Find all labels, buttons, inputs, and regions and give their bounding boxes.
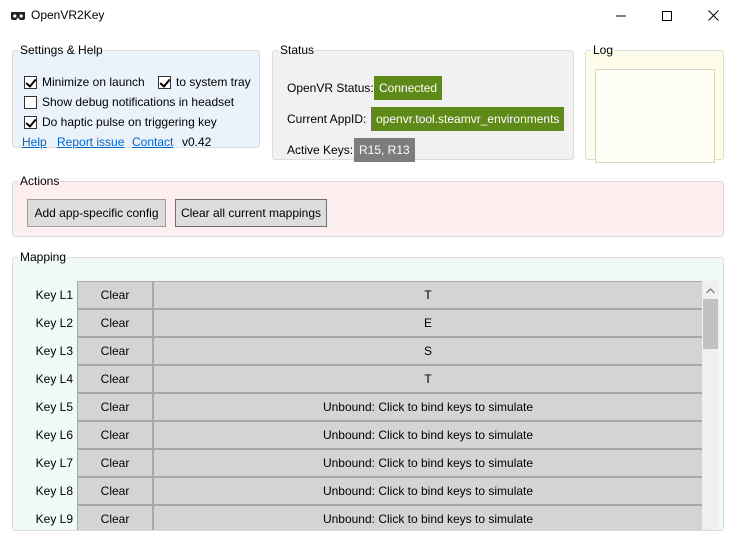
show-debug-label: Show debug notifications in headset bbox=[42, 95, 235, 109]
chevron-up-icon bbox=[706, 283, 715, 297]
clear-button[interactable]: Clear bbox=[77, 449, 153, 477]
minimize-on-launch-label: Minimize on launch bbox=[42, 75, 145, 89]
binding-button[interactable]: Unbound: Click to bind keys to simulate bbox=[153, 449, 703, 477]
mapping-row: Key L4 Clear T bbox=[13, 365, 713, 393]
mapping-legend: Mapping bbox=[20, 251, 67, 264]
active-keys-label: Active Keys: bbox=[287, 143, 354, 157]
mapping-row: Key L2 Clear E bbox=[13, 309, 713, 337]
clear-button[interactable]: Clear bbox=[77, 421, 153, 449]
mapping-row: Key L1 Clear T bbox=[13, 281, 713, 309]
log-legend: Log bbox=[593, 43, 614, 57]
status-group: Status OpenVR Status: Connected Current … bbox=[272, 43, 574, 162]
binding-button[interactable]: Unbound: Click to bind keys to simulate bbox=[153, 505, 703, 530]
log-group: Log bbox=[585, 43, 724, 163]
active-keys-badge: R15, R13 bbox=[354, 138, 415, 162]
checkbox-box[interactable] bbox=[24, 95, 37, 109]
openvr-status-label: OpenVR Status: bbox=[287, 81, 374, 95]
key-label: Key L5 bbox=[35, 400, 73, 414]
minimize-button[interactable] bbox=[598, 0, 644, 31]
settings-help-group: Settings & Help Minimize on launch to sy… bbox=[12, 43, 260, 149]
haptic-pulse-checkbox[interactable]: Do haptic pulse on triggering key bbox=[24, 114, 217, 130]
mapping-group: Mapping Key L1 Clear T Key L2 Clear E Ke… bbox=[12, 251, 724, 531]
report-issue-link[interactable]: Report issue bbox=[57, 135, 124, 149]
show-debug-checkbox[interactable]: Show debug notifications in headset bbox=[24, 94, 234, 110]
mapping-row: Key L6 Clear Unbound: Click to bind keys… bbox=[13, 421, 713, 449]
clear-button[interactable]: Clear bbox=[77, 337, 153, 365]
chevron-down-icon bbox=[706, 524, 715, 530]
mapping-row: Key L3 Clear S bbox=[13, 337, 713, 365]
clear-button[interactable]: Clear bbox=[77, 281, 153, 309]
clear-button[interactable]: Clear bbox=[77, 309, 153, 337]
system-tray-label: to system tray bbox=[176, 75, 251, 89]
version-label: v0.42 bbox=[182, 135, 212, 149]
binding-button[interactable]: T bbox=[153, 365, 703, 393]
haptic-pulse-label: Do haptic pulse on triggering key bbox=[42, 115, 217, 129]
clear-button[interactable]: Clear bbox=[77, 505, 153, 530]
checkbox-box[interactable] bbox=[158, 75, 171, 89]
actions-legend: Actions bbox=[20, 174, 60, 188]
checkbox-box[interactable] bbox=[24, 75, 37, 89]
mapping-row: Key L7 Clear Unbound: Click to bind keys… bbox=[13, 449, 713, 477]
minimize-on-launch-checkbox[interactable]: Minimize on launch bbox=[24, 74, 145, 90]
key-label: Key L8 bbox=[35, 484, 73, 498]
key-label: Key L2 bbox=[35, 316, 73, 330]
window-title: OpenVR2Key bbox=[31, 8, 105, 22]
current-appid-badge: openvr.tool.steamvr_environments bbox=[371, 107, 565, 131]
binding-button[interactable]: Unbound: Click to bind keys to simulate bbox=[153, 477, 703, 505]
checkbox-box[interactable] bbox=[24, 115, 37, 129]
contact-link[interactable]: Contact bbox=[132, 135, 173, 149]
close-button[interactable] bbox=[690, 0, 736, 31]
add-app-config-button[interactable]: Add app-specific config bbox=[27, 199, 166, 227]
binding-button[interactable]: E bbox=[153, 309, 703, 337]
title-bar: OpenVR2Key bbox=[0, 0, 736, 31]
key-label: Key L9 bbox=[35, 512, 73, 526]
log-textbox[interactable] bbox=[595, 69, 715, 163]
actions-group: Actions Add app-specific config Clear al… bbox=[12, 175, 724, 237]
current-appid-label: Current AppID: bbox=[287, 112, 367, 126]
mapping-scrollbar[interactable] bbox=[702, 281, 719, 530]
openvr-status-badge: Connected bbox=[374, 76, 443, 100]
minimize-icon bbox=[616, 11, 626, 21]
key-label: Key L1 bbox=[35, 288, 73, 302]
mapping-row: Key L5 Clear Unbound: Click to bind keys… bbox=[13, 393, 713, 421]
binding-button[interactable]: Unbound: Click to bind keys to simulate bbox=[153, 421, 703, 449]
clear-button[interactable]: Clear bbox=[77, 477, 153, 505]
scroll-down-button[interactable] bbox=[702, 522, 719, 530]
scroll-up-button[interactable] bbox=[702, 281, 719, 298]
scroll-thumb[interactable] bbox=[703, 299, 718, 349]
key-label: Key L3 bbox=[35, 344, 73, 358]
maximize-button[interactable] bbox=[644, 0, 690, 31]
key-label: Key L7 bbox=[35, 456, 73, 470]
binding-button[interactable]: S bbox=[153, 337, 703, 365]
key-label: Key L6 bbox=[35, 428, 73, 442]
settings-legend: Settings & Help bbox=[20, 43, 103, 57]
maximize-icon bbox=[662, 10, 672, 21]
vr-headset-icon bbox=[10, 10, 26, 20]
clear-all-mappings-button[interactable]: Clear all current mappings bbox=[175, 199, 327, 227]
clear-button[interactable]: Clear bbox=[77, 365, 153, 393]
close-icon bbox=[707, 10, 719, 21]
binding-button[interactable]: T bbox=[153, 281, 703, 309]
clear-button[interactable]: Clear bbox=[77, 393, 153, 421]
mapping-row: Key L8 Clear Unbound: Click to bind keys… bbox=[13, 477, 713, 505]
key-label: Key L4 bbox=[35, 372, 73, 386]
status-legend: Status bbox=[280, 43, 315, 57]
system-tray-checkbox[interactable]: to system tray bbox=[158, 74, 251, 90]
binding-button[interactable]: Unbound: Click to bind keys to simulate bbox=[153, 393, 703, 421]
mapping-row: Key L9 Clear Unbound: Click to bind keys… bbox=[13, 505, 713, 530]
help-link[interactable]: Help bbox=[22, 135, 47, 149]
